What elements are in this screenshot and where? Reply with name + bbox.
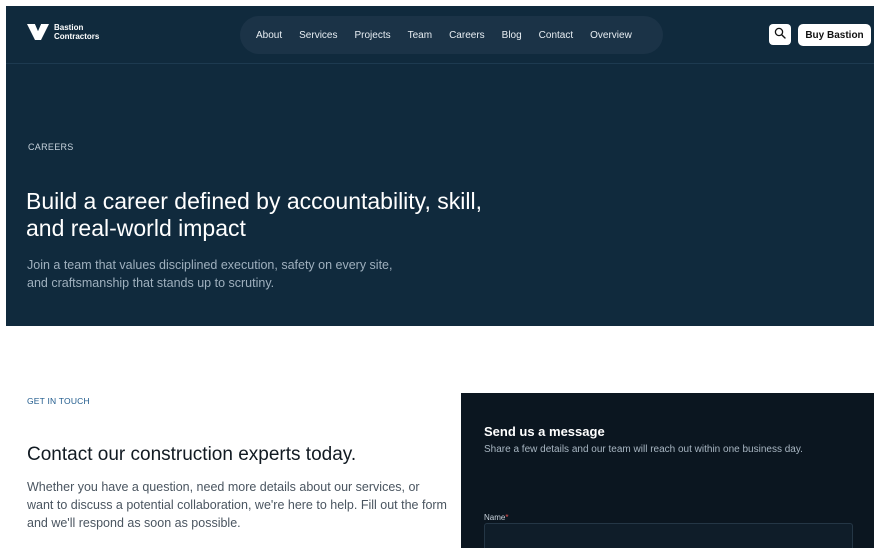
contact-description: Whether you have a question, need more d… xyxy=(27,480,447,530)
nav-link-contact[interactable]: Contact xyxy=(539,30,573,41)
hero-subtitle: Join a team that values disciplined exec… xyxy=(27,258,393,290)
name-field-label: Name* xyxy=(484,513,508,522)
contact-title: Contact our construction experts today. xyxy=(27,444,357,465)
bastion-logo-mark-icon xyxy=(26,21,50,43)
contact-form-card: Send us a message Share a few details an… xyxy=(461,393,874,548)
search-icon xyxy=(774,26,786,44)
nav-link-careers[interactable]: Careers xyxy=(449,30,485,41)
form-subtitle: Share a few details and our team will re… xyxy=(484,444,803,455)
required-mark: * xyxy=(505,513,509,522)
top-nav: Bastion Contractors About Services Proje… xyxy=(6,6,874,64)
nav-link-about[interactable]: About xyxy=(256,30,282,41)
hero-eyebrow: CAREERS xyxy=(28,142,74,152)
page: Bastion Contractors About Services Proje… xyxy=(6,6,874,548)
brand-name: Bastion Contractors xyxy=(54,23,99,41)
brand-logo[interactable]: Bastion Contractors xyxy=(26,21,99,43)
name-label-text: Name xyxy=(484,513,506,522)
nav-link-services[interactable]: Services xyxy=(299,30,337,41)
buy-bastion-button[interactable]: Buy Bastion xyxy=(798,24,871,46)
nav-link-overview[interactable]: Overview xyxy=(590,30,632,41)
search-button[interactable] xyxy=(769,24,791,45)
nav-link-team[interactable]: Team xyxy=(408,30,432,41)
contact-eyebrow: GET IN TOUCH xyxy=(27,396,90,406)
nav-link-blog[interactable]: Blog xyxy=(502,30,522,41)
brand-name-line1: Bastion xyxy=(54,23,84,32)
nav-menu: About Services Projects Team Careers Blo… xyxy=(240,16,663,54)
brand-name-line2: Contractors xyxy=(54,32,100,41)
hero-section: Bastion Contractors About Services Proje… xyxy=(6,6,874,326)
hero-title: Build a career defined by accountability… xyxy=(26,188,482,241)
nav-link-projects[interactable]: Projects xyxy=(355,30,391,41)
name-input[interactable] xyxy=(484,523,853,548)
form-title: Send us a message xyxy=(484,424,605,439)
